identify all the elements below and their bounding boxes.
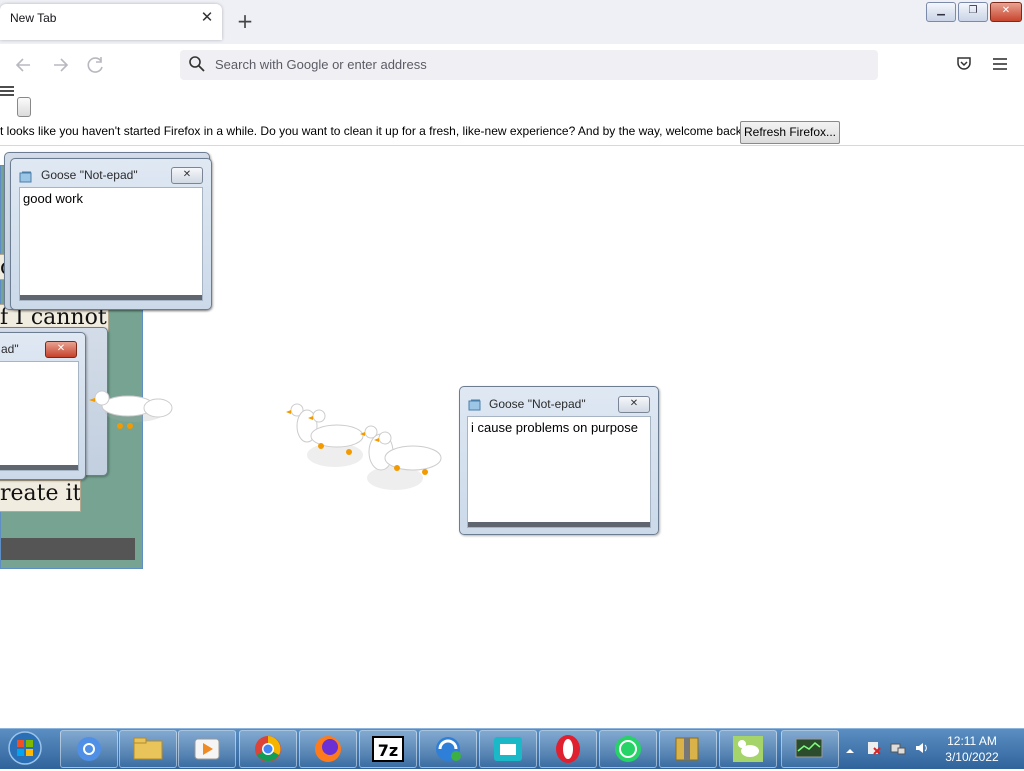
search-icon	[188, 55, 206, 73]
taskbar-goose-app-icon[interactable]	[719, 730, 777, 768]
window-title: ad"	[1, 342, 19, 356]
tab-close-icon[interactable]: ✕	[198, 8, 216, 26]
window-title: Goose "Not-epad"	[41, 168, 138, 182]
meme-text-line: reate it.	[0, 480, 81, 512]
notepad-text: i cause problems on purpose	[471, 420, 638, 435]
goose-sprite	[89, 390, 173, 429]
tab-title: New Tab	[10, 11, 57, 25]
notepad-text-area[interactable]	[0, 361, 79, 471]
notepad-text-area[interactable]: i cause problems on purpose	[467, 416, 651, 528]
notepad-text-area[interactable]: good work	[19, 187, 203, 301]
window-close-icon[interactable]: ✕	[618, 396, 650, 413]
horizontal-scrollbar[interactable]	[20, 295, 202, 300]
refresh-firefox-button[interactable]: Refresh Firefox...	[740, 121, 840, 144]
taskbar-archive-manager-icon[interactable]	[659, 730, 717, 768]
window-close-button[interactable]: ✕	[990, 2, 1022, 22]
taskbar-media-player-icon[interactable]	[178, 730, 236, 768]
window-close-icon[interactable]: ✕	[45, 341, 77, 358]
tray-network-icon[interactable]	[890, 740, 906, 756]
hamburger-menu-icon[interactable]	[990, 54, 1010, 74]
tray-expand-icon[interactable]	[844, 742, 860, 758]
restore-button[interactable]: ❐	[958, 2, 988, 22]
small-checkbox-button[interactable]	[17, 97, 31, 117]
minimize-button[interactable]: ▁	[926, 2, 956, 22]
goose-flock	[286, 403, 442, 490]
notepad-text: good work	[23, 191, 83, 206]
horizontal-scrollbar[interactable]	[468, 522, 650, 527]
window-title: Goose "Not-epad"	[489, 397, 586, 411]
sevenzip-label: 7z	[378, 741, 398, 760]
clock-time[interactable]: 12:11 AM	[942, 734, 1002, 748]
forward-icon[interactable]	[48, 54, 72, 76]
url-input[interactable]: Search with Google or enter address	[215, 57, 427, 72]
taskbar-network-monitor-icon[interactable]	[781, 730, 839, 768]
goose-notepad-window[interactable]: Goose "Not-epad" ✕ good work	[10, 158, 212, 310]
taskbar-7zip-icon[interactable]: 7z	[359, 730, 417, 768]
pocket-icon[interactable]	[954, 54, 974, 74]
page-menu-icon[interactable]	[0, 84, 14, 102]
taskbar-firefox-icon[interactable]	[299, 730, 357, 768]
taskbar-opera-icon[interactable]	[539, 730, 597, 768]
tray-volume-icon[interactable]	[914, 740, 930, 756]
notepad-icon	[468, 396, 482, 411]
taskbar-ie-sync-icon[interactable]	[419, 730, 477, 768]
notification-text: t looks like you haven't started Firefox…	[0, 124, 746, 138]
start-button[interactable]	[4, 729, 46, 767]
goose-notepad-window-partial[interactable]: ad" ✕	[0, 332, 86, 480]
window-close-icon[interactable]: ✕	[171, 167, 203, 184]
back-icon[interactable]	[12, 54, 36, 76]
taskbar-image-viewer-icon[interactable]	[479, 730, 537, 768]
taskbar-file-explorer-icon[interactable]	[119, 730, 177, 768]
clock-date[interactable]: 3/10/2022	[942, 750, 1002, 764]
tray-action-center-icon[interactable]	[866, 740, 882, 756]
taskbar-chromium-icon[interactable]	[60, 730, 118, 768]
taskbar-whatsapp-icon[interactable]	[599, 730, 657, 768]
horizontal-scrollbar[interactable]	[0, 465, 78, 470]
notepad-icon	[19, 168, 33, 183]
taskbar-chrome-icon[interactable]	[239, 730, 297, 768]
meme-caption-bar	[1, 538, 135, 560]
new-tab-button[interactable]: +	[234, 10, 256, 32]
reload-icon[interactable]	[84, 54, 108, 76]
goose-notepad-window[interactable]: Goose "Not-epad" ✕ i cause problems on p…	[459, 386, 659, 535]
